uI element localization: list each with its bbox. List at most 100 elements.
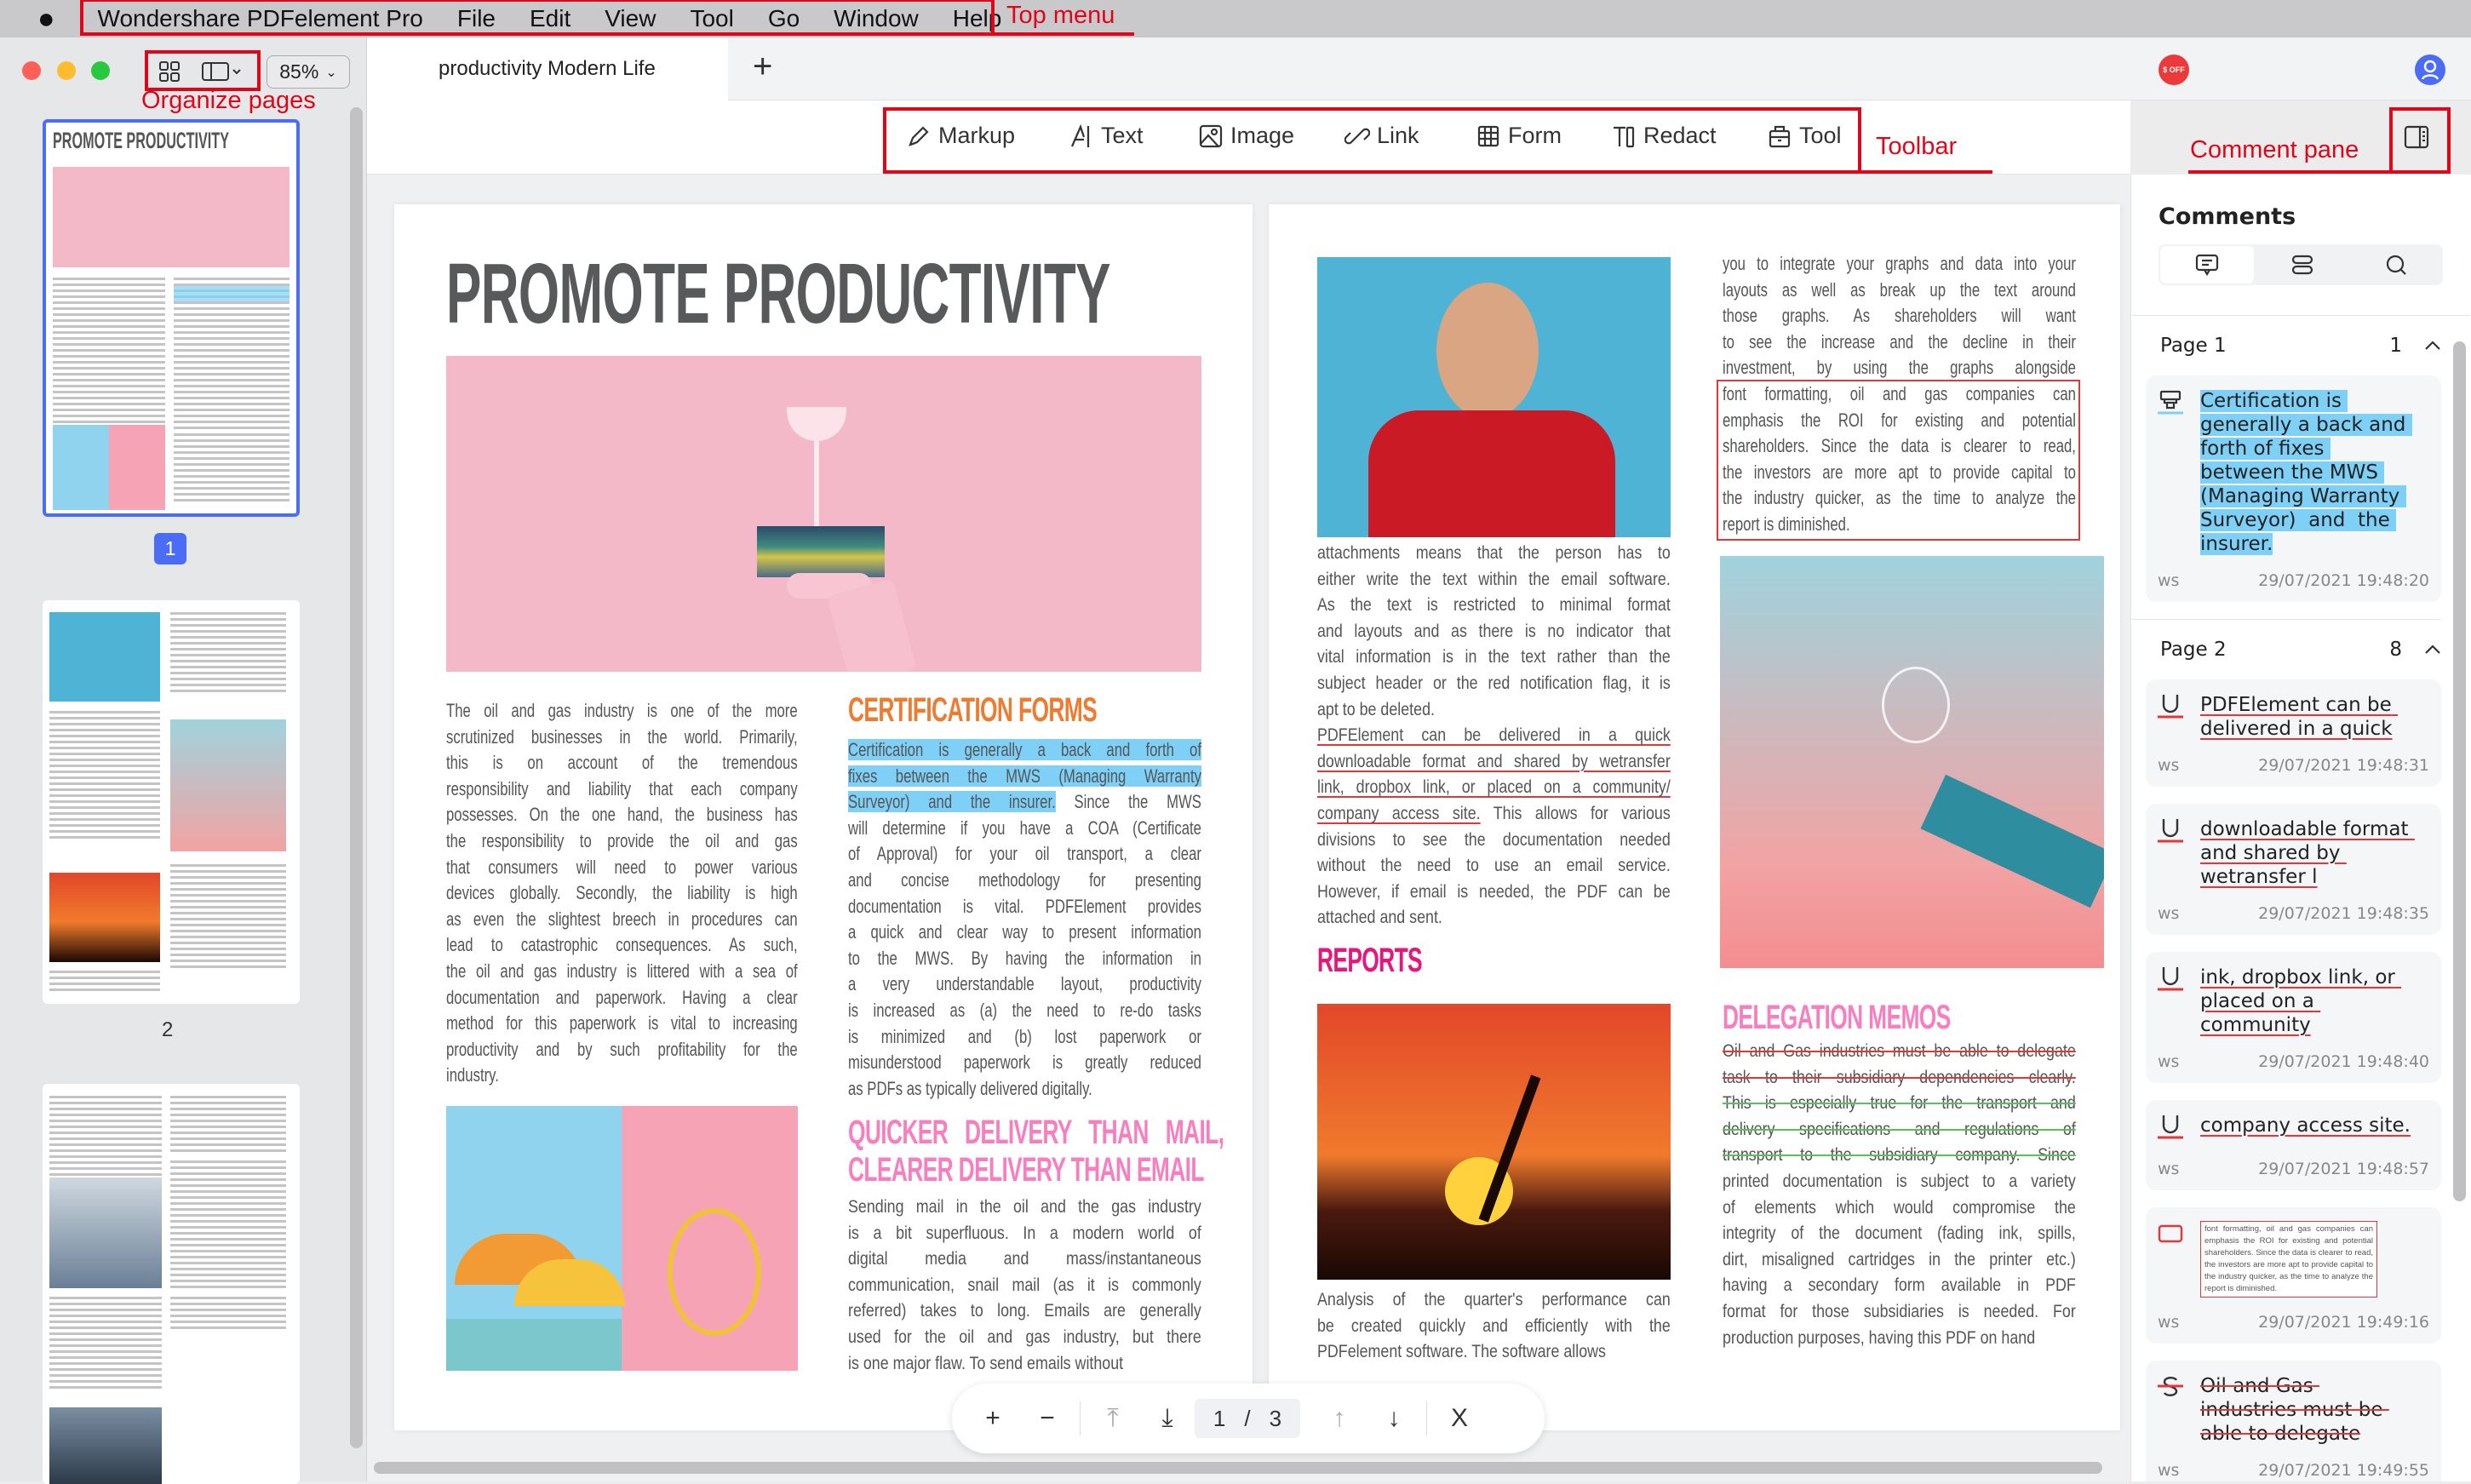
pdf-page-2[interactable]: you to integrate your graphs and data in… xyxy=(1269,204,2120,1430)
thumbnail-text-line xyxy=(170,654,286,656)
close-search-button[interactable]: X xyxy=(1432,1404,1487,1433)
search-icon[interactable] xyxy=(2349,244,2443,285)
discount-badge-icon[interactable]: $ OFF xyxy=(2159,54,2189,85)
thumbnail-text-line xyxy=(49,1096,162,1098)
comment-group-header[interactable]: Page 2 8 xyxy=(2131,620,2470,679)
text-line: misunderstood paperwork is greatly reduc… xyxy=(848,1051,1201,1074)
thumbnail-text-line xyxy=(53,391,165,393)
redact-button[interactable]: Redact xyxy=(1611,123,1717,149)
pdf-page-1[interactable]: PROMOTE PRODUCTIVITY The oil and gas ind… xyxy=(394,204,1253,1430)
menu-app-name[interactable]: Wondershare PDFelement Pro xyxy=(98,5,423,32)
annotated-text[interactable]: Oil and Gas industries must be able to d… xyxy=(1723,1041,2076,1061)
text-column-delegation: Oil and Gas industries must be able to d… xyxy=(1723,1039,2076,1351)
annotated-text[interactable]: task to their subsidiary dependencies cl… xyxy=(1723,1068,2076,1087)
thumbnail-text-line xyxy=(170,1137,286,1140)
thumbnail-text-line xyxy=(170,1238,286,1240)
minimize-window-button[interactable] xyxy=(57,61,76,80)
panel-right-icon xyxy=(2404,125,2429,149)
document-viewer[interactable]: PROMOTE PRODUCTIVITY The oil and gas ind… xyxy=(367,175,2130,1481)
text-column-intro: The oil and gas industry is one of the m… xyxy=(446,698,798,1089)
organize-pages-callout-label: Organize pages xyxy=(141,87,316,114)
text-line: is one major flaw. To send emails withou… xyxy=(848,1353,1124,1373)
annotated-text[interactable]: This is especially true for the transpor… xyxy=(1723,1093,2076,1113)
menu-view[interactable]: View xyxy=(605,5,656,32)
first-page-icon[interactable]: ⤒ xyxy=(1086,1404,1140,1433)
annotated-text[interactable]: Surveyor) and the insurer. xyxy=(848,791,1056,813)
comment-card[interactable]: PDFElement can be delivered in a quick ws… xyxy=(2146,679,2441,787)
thumbnail-text-line xyxy=(174,391,290,393)
thumbnail-text-line xyxy=(170,1132,286,1134)
thumbnail-page-1[interactable]: PROMOTE PRODUCTIVITY xyxy=(43,119,300,517)
annotated-text[interactable]: transport to the subsidiary company. Sin… xyxy=(1723,1145,2076,1165)
zoom-in-button[interactable]: + xyxy=(966,1404,1020,1433)
annotated-text[interactable]: link, dropbox link, or placed on a commu… xyxy=(1317,777,1671,797)
comment-scrollbar[interactable] xyxy=(2453,341,2466,1201)
annotated-text[interactable]: PDFElement can be delivered in a quick xyxy=(1317,725,1671,745)
page-number-field[interactable]: 1 / 3 xyxy=(1195,1399,1300,1438)
grid-view-icon[interactable] xyxy=(158,60,181,87)
comment-card[interactable]: Oil and Gas industries must be able to d… xyxy=(2146,1361,2441,1481)
thumbnail-text-line xyxy=(170,942,286,944)
thumbnail-text-line xyxy=(49,711,160,713)
menu-go[interactable]: Go xyxy=(768,5,800,32)
next-page-icon[interactable]: ↓ xyxy=(1367,1404,1421,1433)
thumbnail-page-3[interactable] xyxy=(43,1084,300,1484)
text-line: having a secondary form available in PDF xyxy=(1723,1275,2076,1296)
comment-card[interactable]: ink, dropbox link, or placed on a commun… xyxy=(2146,952,2441,1083)
link-button[interactable]: Link xyxy=(1344,123,1419,149)
area-annotation-box[interactable] xyxy=(1717,380,2080,541)
form-button[interactable]: Form xyxy=(1476,123,1562,149)
apple-logo-icon[interactable]: ● xyxy=(37,3,55,36)
zoom-dropdown[interactable]: 85% ⌄ xyxy=(267,55,350,89)
annotated-text[interactable]: fixes between the MWS (Managing Warranty xyxy=(848,765,1201,787)
thumbnail-text-line xyxy=(170,1286,286,1288)
sidebar-toggle-icon[interactable] xyxy=(201,60,244,87)
zoom-out-button[interactable]: − xyxy=(1020,1404,1075,1433)
horizontal-scrollbar[interactable] xyxy=(374,1462,2102,1474)
thumbnail-text-line xyxy=(49,971,160,973)
menu-edit[interactable]: Edit xyxy=(530,5,570,32)
comment-card[interactable]: font formatting, oil and gas companies c… xyxy=(2146,1207,2441,1344)
annotated-text[interactable]: downloadable format and shared by wetran… xyxy=(1317,752,1671,771)
text-line: attachments means that the person has to xyxy=(1317,543,1671,563)
sidebar-scrollbar[interactable] xyxy=(350,107,363,1448)
annotated-text[interactable]: Certification is generally a back and fo… xyxy=(848,739,1201,760)
tool-button[interactable]: Tool xyxy=(1767,123,1842,149)
markup-button[interactable]: Markup xyxy=(906,123,1015,149)
user-avatar-icon[interactable] xyxy=(2415,54,2445,85)
comment-list-icon[interactable] xyxy=(2160,246,2254,284)
close-window-button[interactable] xyxy=(22,61,41,80)
group-icon[interactable] xyxy=(2256,244,2349,285)
annotated-text[interactable]: company access site. xyxy=(1317,804,1481,823)
total-pages: 3 xyxy=(1269,1405,1282,1431)
menu-tool[interactable]: Tool xyxy=(690,5,733,32)
last-page-icon[interactable]: ⤓ xyxy=(1140,1404,1195,1433)
thumbnail-text-line xyxy=(53,397,165,399)
thumbnail-text-line xyxy=(170,930,286,932)
chevron-up-icon[interactable] xyxy=(2424,335,2441,357)
text-line: PDFElement can be delivered in a quick xyxy=(1317,723,1671,749)
image-button[interactable]: Image xyxy=(1198,123,1294,149)
comment-pane-toggle[interactable] xyxy=(2403,124,2430,154)
comment-pane-callout-label: Comment pane xyxy=(2190,136,2359,163)
document-tab[interactable]: productivity Modern Life xyxy=(367,37,728,100)
maximize-window-button[interactable] xyxy=(91,61,110,80)
comment-card[interactable]: Certification is generally a back and fo… xyxy=(2146,375,2441,602)
thumbnail-text-line xyxy=(174,397,290,399)
menu-file[interactable]: File xyxy=(457,5,496,32)
thumbnail-page-2[interactable] xyxy=(43,600,300,1004)
thumbnail-text-line xyxy=(170,1274,286,1276)
previous-page-icon[interactable]: ↑ xyxy=(1312,1404,1367,1433)
comment-group-header[interactable]: Page 1 1 xyxy=(2131,316,2470,375)
chevron-up-icon[interactable] xyxy=(2424,639,2441,661)
text-button[interactable]: Text xyxy=(1069,123,1144,149)
comment-card[interactable]: downloadable format and shared by wetran… xyxy=(2146,804,2441,935)
heading-line: QUICKER DELIVERY THAN MAIL, xyxy=(848,1114,1224,1151)
menu-help[interactable]: Help xyxy=(953,5,1002,32)
comment-author: ws xyxy=(2158,1052,2180,1071)
text-line: is a bit superfluous. In a modern world … xyxy=(848,1223,1201,1243)
new-tab-button[interactable]: + xyxy=(753,48,772,86)
comment-card[interactable]: company access site. ws 29/07/2021 19:48:5… xyxy=(2146,1100,2441,1190)
menu-window[interactable]: Window xyxy=(834,5,919,32)
annotated-text[interactable]: delivery specifications and regulations … xyxy=(1723,1120,2076,1139)
